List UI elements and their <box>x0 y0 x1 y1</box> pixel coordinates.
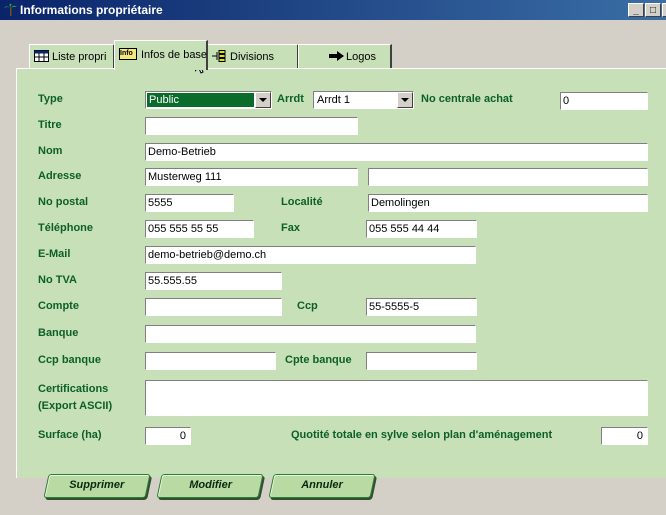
email-input[interactable]: demo-betrieb@demo.ch <box>145 246 476 264</box>
arrdt-label: Arrdt <box>277 93 304 105</box>
type-select[interactable]: Public <box>145 91 272 109</box>
type-select-value: Public <box>147 93 254 107</box>
localite-input[interactable]: Demolingen <box>368 194 648 212</box>
nom-input[interactable]: Demo-Betrieb <box>145 143 648 161</box>
telephone-label: Téléphone <box>38 222 94 234</box>
cpte-banque-input[interactable] <box>366 352 477 370</box>
type-label: Type <box>38 93 63 105</box>
tva-label: No TVA <box>38 274 77 286</box>
ccp-banque-input[interactable] <box>145 352 276 370</box>
telephone-input[interactable]: 055 555 55 55 <box>145 220 254 238</box>
tab-infos-de-base[interactable]: Info Infos de base <box>114 40 208 70</box>
tva-input[interactable]: 55.555.55 <box>145 272 282 290</box>
arrdt-select-value: Arrdt 1 <box>317 94 351 106</box>
localite-label: Localité <box>281 196 323 208</box>
adresse-input[interactable]: Musterweg 111 <box>145 168 358 186</box>
surface-label: Surface (ha) <box>38 429 102 441</box>
arrdt-select[interactable]: Arrdt 1 <box>313 91 414 109</box>
certifications-label: Certifications <box>38 383 109 395</box>
adresse2-input[interactable] <box>368 168 648 186</box>
fax-label: Fax <box>281 222 300 234</box>
banque-label: Banque <box>38 327 79 339</box>
tab-divisions[interactable]: Divisions <box>207 44 299 68</box>
annuler-button[interactable]: Annuler <box>268 474 376 498</box>
certifications-sublabel: (Export ASCII) <box>38 400 113 412</box>
tree-icon <box>212 50 226 62</box>
palm-tree-icon <box>4 3 17 16</box>
close-button[interactable]: x <box>662 3 666 17</box>
window-title: Informations propriétaire <box>20 3 163 17</box>
email-label: E-Mail <box>38 248 71 260</box>
info-badge: Info <box>120 50 133 57</box>
quotite-input[interactable]: 0 <box>601 427 648 445</box>
tab-label: Liste propri <box>52 51 107 63</box>
modifier-button[interactable]: Modifier <box>156 474 264 498</box>
ccp-label: Ccp <box>297 300 318 312</box>
tab-logos[interactable]: Logos <box>298 44 392 68</box>
minimize-button[interactable]: _ <box>628 3 644 17</box>
window-titlebar: Informations propriétaire _ □ x <box>0 0 666 20</box>
certifications-input[interactable] <box>145 380 648 416</box>
maximize-button[interactable]: □ <box>645 3 661 17</box>
dropdown-arrow-icon[interactable] <box>255 92 271 108</box>
surface-input[interactable]: 0 <box>145 427 191 445</box>
annuler-label: Annuler <box>301 479 343 491</box>
ccp-input[interactable]: 55-5555-5 <box>366 298 477 316</box>
fax-input[interactable]: 055 555 44 44 <box>366 220 477 238</box>
dropdown-arrow-icon[interactable] <box>397 92 413 108</box>
supprimer-label: Supprimer <box>69 479 125 491</box>
ccp-banque-label: Ccp banque <box>38 354 101 366</box>
arrow-right-icon <box>329 51 344 61</box>
tab-liste-propri[interactable]: Liste propri <box>29 44 115 68</box>
titre-input[interactable] <box>145 117 358 135</box>
adresse-label: Adresse <box>38 170 82 182</box>
centrale-label: No centrale achat <box>421 93 513 105</box>
postal-input[interactable]: 5555 <box>145 194 234 212</box>
tab-label: Logos <box>346 51 376 63</box>
nom-label: Nom <box>38 145 63 157</box>
cpte-banque-label: Cpte banque <box>285 354 352 366</box>
compte-label: Compte <box>38 300 79 312</box>
supprimer-button[interactable]: Supprimer <box>43 474 151 498</box>
modifier-label: Modifier <box>188 479 232 491</box>
table-icon <box>34 50 49 62</box>
tab-label: Infos de base <box>141 49 208 61</box>
quotite-label: Quotité totale en sylve selon plan d'amé… <box>291 429 553 441</box>
centrale-input[interactable]: 0 <box>560 92 648 110</box>
compte-input[interactable] <box>145 298 282 316</box>
banque-input[interactable] <box>145 325 476 343</box>
tab-label: Divisions <box>230 51 275 63</box>
titre-label: Titre <box>38 119 62 131</box>
postal-label: No postal <box>38 196 89 208</box>
